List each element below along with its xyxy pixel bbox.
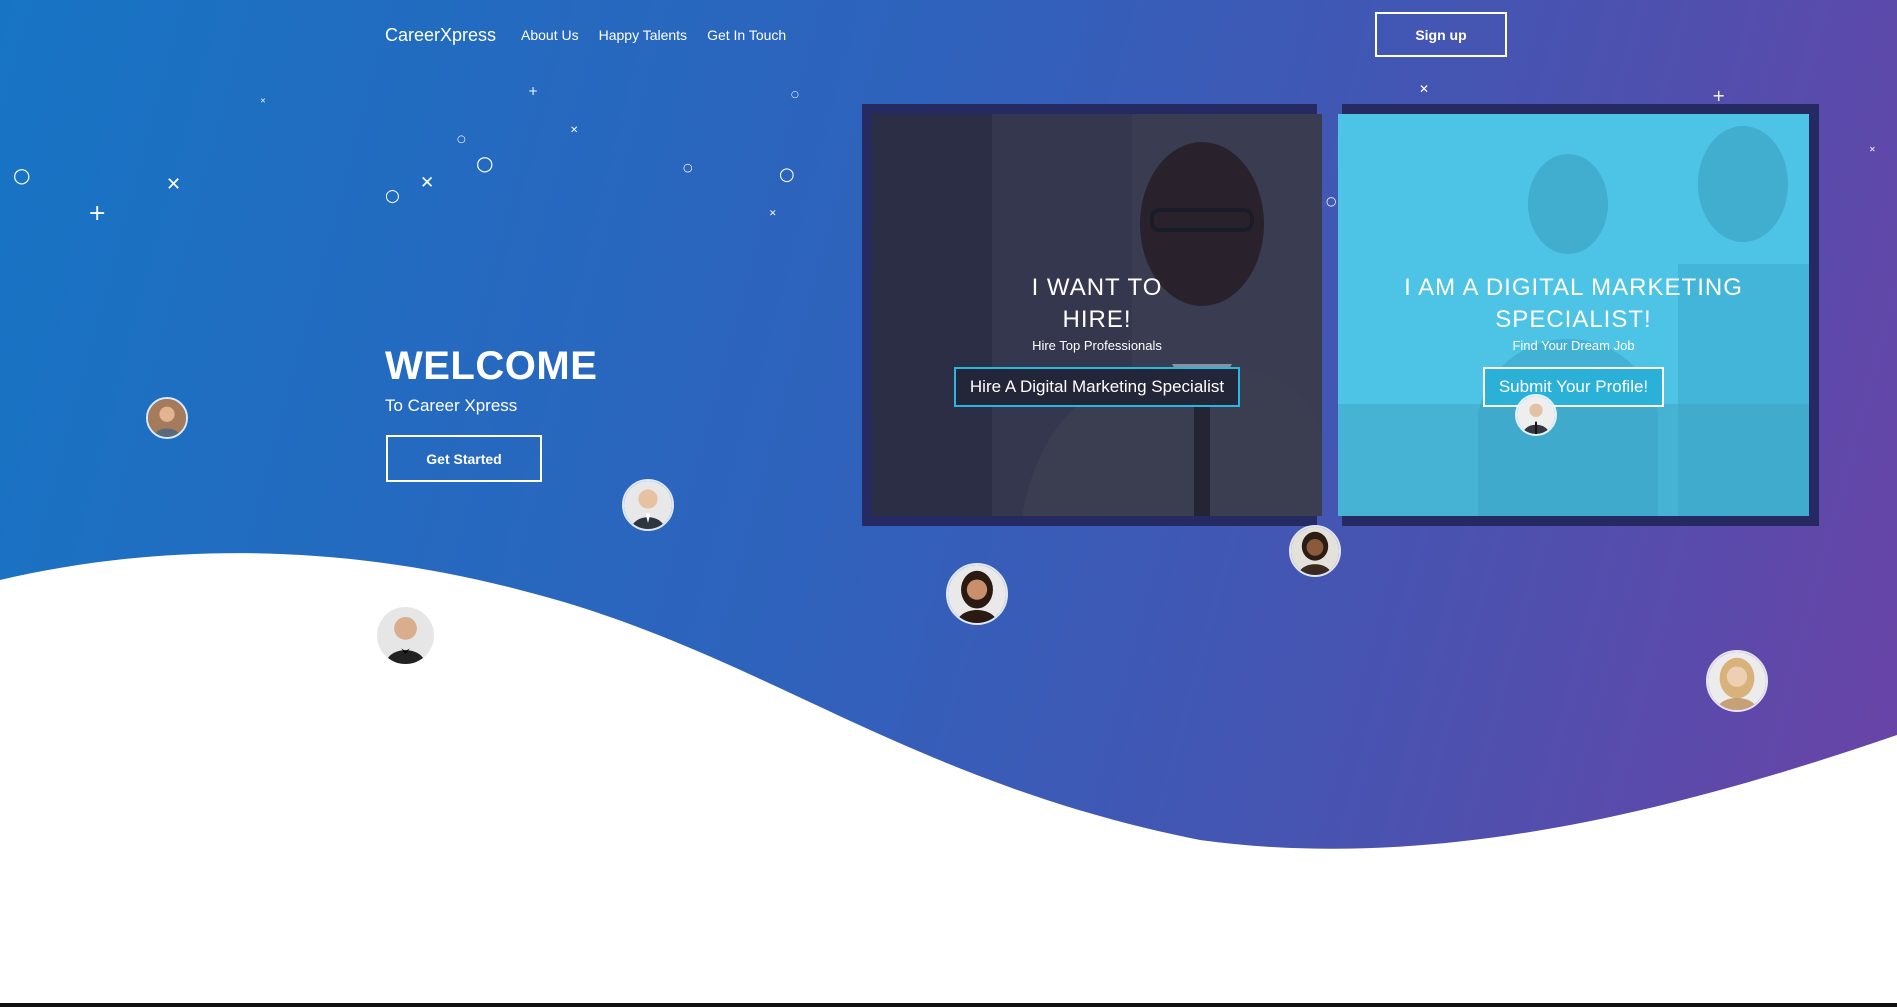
avatar-icon [148,399,186,437]
cross-icon: ✕ [166,174,182,195]
cross-icon: ✕ [420,173,435,193]
hire-card-title-line2: HIRE! [1062,306,1132,333]
circle-icon: ○ [476,151,494,175]
circle-icon: ○ [779,164,795,185]
page-subtitle: To Career Xpress [385,396,518,415]
specialist-card-content: I AM A DIGITAL MARKETING SPECIALIST! Fin… [1338,272,1809,407]
avatar-icon [1291,527,1339,575]
cross-icon: ✕ [570,125,579,136]
brand-logo[interactable]: CareerXpress [385,25,496,46]
avatar [375,605,436,666]
page-bottom-border [0,1003,1897,1007]
hire-card-subtitle: Hire Top Professionals [1032,338,1162,353]
cross-icon: ✕ [260,97,266,105]
cross-icon: ✕ [1869,145,1876,154]
avatar [946,563,1008,625]
plus-icon: + [88,201,107,226]
circle-icon: ○ [457,134,466,145]
specialist-card-title-line2: SPECIALIST! [1495,306,1652,333]
submit-profile-button[interactable]: Submit Your Profile! [1482,367,1665,407]
hire-card-content: I WANT TO HIRE! Hire Top Professionals H… [872,272,1322,407]
specialist-card-subtitle: Find Your Dream Job [1512,338,1635,353]
circle-icon: ○ [791,90,799,100]
nav-link-get-in-touch[interactable]: Get In Touch [707,27,786,43]
cross-icon: ✕ [1419,82,1430,96]
avatar-icon [1708,652,1766,710]
plus-icon: + [528,84,539,98]
plus-icon: + [1712,86,1726,105]
page-title: WELCOME [385,344,598,388]
circle-icon: ○ [13,163,31,187]
hire-card-title-line1: I WANT TO [1031,274,1163,301]
cross-icon: ✕ [769,209,777,219]
avatar [1515,394,1557,436]
signup-button[interactable]: Sign up [1375,12,1507,57]
avatar-icon [377,607,434,664]
specialist-card-title-line1: I AM A DIGITAL MARKETING [1404,274,1743,301]
avatar [1706,650,1768,712]
nav-link-happy-talents[interactable]: Happy Talents [599,27,687,43]
avatar-icon [948,565,1006,623]
circle-icon: ○ [385,186,400,206]
avatar [146,397,188,439]
main-nav: About Us Happy Talents Get In Touch [521,27,786,43]
get-started-button[interactable]: Get Started [386,435,542,482]
avatar-icon [624,481,672,529]
circle-icon: ○ [1326,194,1337,208]
nav-link-about-us[interactable]: About Us [521,27,579,43]
avatar-icon [1517,396,1555,434]
hire-specialist-button[interactable]: Hire A Digital Marketing Specialist [953,367,1241,407]
avatar [622,479,674,531]
avatar [1289,525,1341,577]
circle-icon: ○ [683,161,693,174]
